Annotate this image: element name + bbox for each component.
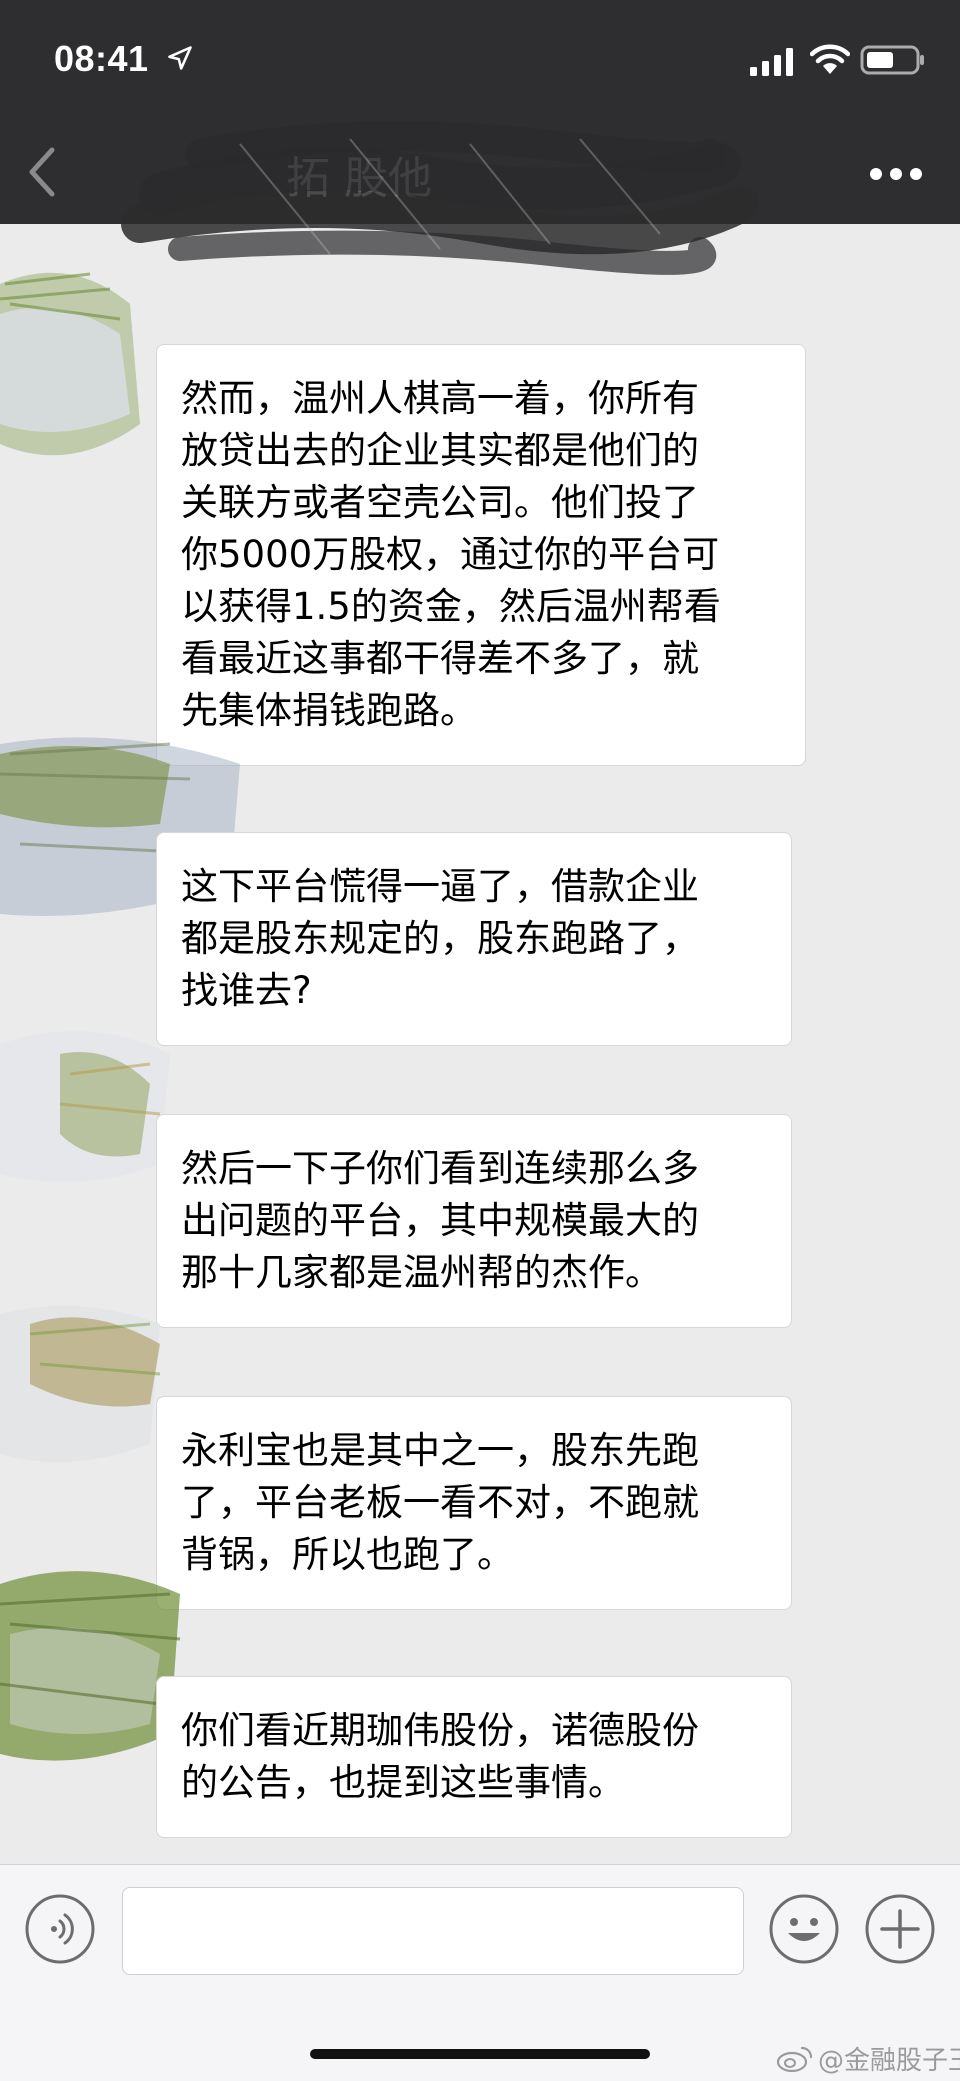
message-line: 关联方或者空壳公司。他们投了 [181, 481, 699, 524]
status-bar: 08:41 [0, 0, 960, 120]
message-bubble[interactable]: 然后一下子你们看到连续那么多 出问题的平台，其中规模最大的 那十几家都是温州帮的… [156, 1114, 792, 1328]
voice-wave-icon[interactable] [24, 1893, 96, 1965]
message-line: 背锅，所以也跑了。 [181, 1533, 514, 1576]
message-line: 这下平台慌得一逼了，借款企业 [181, 865, 699, 908]
battery-icon [860, 45, 924, 75]
message-line: 都是股东规定的，股东跑路了， [181, 917, 699, 960]
wifi-icon [810, 44, 850, 74]
message-line: 看最近这事都干得差不多了，就 [181, 637, 699, 680]
more-dots-icon[interactable] [868, 156, 924, 192]
home-indicator [310, 2049, 650, 2059]
message-line: 找谁去? [181, 969, 312, 1012]
message-line: 然后一下子你们看到连续那么多 [181, 1147, 699, 1190]
sender-avatar-redacted[interactable] [0, 1014, 180, 1194]
message-line: 然而，温州人棋高一着，你所有 [181, 377, 699, 420]
message-bubble[interactable]: 然而，温州人棋高一着，你所有 放贷出去的企业其实都是他们的 关联方或者空壳公司。… [156, 344, 806, 766]
chat-title: 拓 股他 [286, 153, 432, 204]
message-bubble[interactable]: 永利宝也是其中之一，股东先跑 了，平台老板一看不对，不跑就 背锅，所以也跑了。 [156, 1396, 792, 1610]
message-input[interactable] [122, 1887, 744, 1975]
message-list[interactable]: 然而，温州人棋高一着，你所有 放贷出去的企业其实都是他们的 关联方或者空壳公司。… [0, 224, 960, 1864]
message-line: 先集体捐钱跑路。 [181, 689, 477, 732]
message-bubble[interactable]: 你们看近期珈伟股份，诺德股份 的公告，也提到这些事情。 [156, 1676, 792, 1838]
chat-header: 拓 股他 [0, 120, 960, 224]
message-line: 的公告，也提到这些事情。 [181, 1761, 625, 1804]
message-line: 永利宝也是其中之一，股东先跑 [181, 1429, 699, 1472]
sender-avatar-redacted[interactable] [0, 244, 140, 484]
location-arrow-icon [168, 46, 192, 70]
message-line: 了，平台老板一看不对，不跑就 [181, 1481, 699, 1524]
plus-icon[interactable] [864, 1893, 936, 1965]
message-line: 你们看近期珈伟股份，诺德股份 [181, 1709, 699, 1752]
message-line: 放贷出去的企业其实都是他们的 [181, 429, 699, 472]
message-line: 出问题的平台，其中规模最大的 [181, 1199, 699, 1242]
message-line: 以获得1.5的资金，然后温州帮看 [181, 585, 721, 628]
watermark-text: @金融股子王 [818, 2046, 960, 2076]
weibo-logo-icon [776, 2046, 813, 2072]
emoji-face-icon[interactable] [768, 1893, 840, 1965]
status-time: 08:41 [54, 38, 149, 79]
message-line: 你5000万股权，通过你的平台可 [181, 533, 720, 576]
message-line: 那十几家都是温州帮的杰作。 [181, 1251, 662, 1294]
chevron-left-icon[interactable] [22, 144, 62, 200]
cellular-signal-icon [750, 48, 793, 76]
weibo-watermark: @金融股子王 [776, 2040, 960, 2077]
message-bubble[interactable]: 这下平台慌得一逼了，借款企业 都是股东规定的，股东跑路了， 找谁去? [156, 832, 792, 1046]
sender-avatar-redacted[interactable] [0, 1294, 170, 1474]
